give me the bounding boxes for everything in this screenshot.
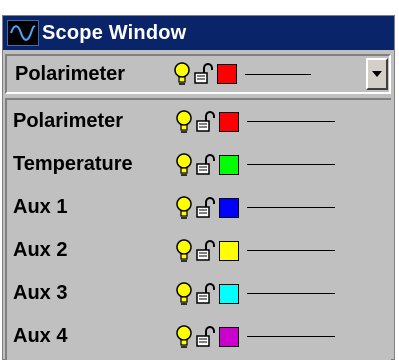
channel-label: Polarimeter — [13, 110, 124, 132]
channel-color-swatch[interactable] — [219, 240, 239, 261]
channel-color-swatch[interactable] — [219, 326, 239, 347]
lightbulb-icon[interactable] — [175, 238, 193, 263]
channel-label: Aux 4 — [13, 325, 68, 347]
lightbulb-icon — [174, 62, 190, 85]
selected-channel-icons — [173, 62, 311, 86]
channel-row[interactable]: Polarimeter — [7, 100, 391, 143]
channel-trace-line — [247, 293, 335, 294]
channel-trace-line — [247, 250, 335, 251]
channel-color-swatch[interactable] — [219, 111, 239, 132]
channel-icons — [175, 281, 335, 306]
padlock-open-icon[interactable] — [195, 110, 217, 133]
window-title: Scope Window — [42, 21, 187, 44]
lightbulb-icon[interactable] — [175, 281, 193, 306]
channel-row[interactable]: Aux 2 — [7, 229, 391, 272]
lightbulb-icon[interactable] — [175, 195, 193, 220]
sine-wave-icon — [7, 20, 39, 46]
padlock-open-icon[interactable] — [195, 153, 217, 176]
scope-window: Scope Window Polarimeter Polarimeter Tem… — [2, 15, 395, 360]
channel-row[interactable]: Aux 3 — [7, 272, 391, 315]
padlock-open-icon[interactable] — [195, 196, 217, 219]
channel-icons — [175, 238, 335, 263]
channel-icons — [175, 109, 335, 134]
channel-row[interactable]: Aux 1 — [7, 186, 391, 229]
lightbulb-icon[interactable] — [175, 109, 193, 134]
channel-list: Polarimeter Temperature Aux 1 Aux 2 Aux 3 Aux… — [5, 98, 391, 360]
channel-label: Temperature — [13, 153, 133, 175]
lightbulb-icon[interactable] — [175, 152, 193, 177]
dropdown-arrow-icon — [372, 71, 382, 77]
title-bar[interactable]: Scope Window — [3, 16, 394, 50]
channel-row[interactable]: Temperature — [7, 143, 391, 186]
channel-color-swatch[interactable] — [219, 283, 239, 304]
channel-row[interactable]: Aux 4 — [7, 315, 391, 358]
channel-color-swatch[interactable] — [219, 197, 239, 218]
channel-trace-line — [247, 121, 335, 122]
dropdown-button[interactable] — [366, 58, 388, 90]
channel-label: Aux 3 — [13, 282, 68, 304]
padlock-open-icon — [194, 63, 213, 84]
channel-trace-line — [247, 336, 335, 337]
channel-icons — [175, 152, 335, 177]
selected-channel-trace-line — [245, 73, 311, 75]
channel-icons — [175, 324, 335, 349]
padlock-open-icon[interactable] — [195, 282, 217, 305]
selected-channel-color-swatch — [217, 64, 237, 84]
channel-select[interactable]: Polarimeter — [5, 54, 391, 94]
channel-label: Aux 1 — [13, 196, 68, 218]
selected-channel-label: Polarimeter — [15, 62, 126, 85]
channel-icons — [175, 195, 335, 220]
padlock-open-icon[interactable] — [195, 239, 217, 262]
lightbulb-icon[interactable] — [175, 324, 193, 349]
channel-color-swatch[interactable] — [219, 154, 239, 175]
padlock-open-icon[interactable] — [195, 325, 217, 348]
channel-trace-line — [247, 207, 335, 208]
channel-label: Aux 2 — [13, 239, 68, 261]
channel-trace-line — [247, 164, 335, 165]
